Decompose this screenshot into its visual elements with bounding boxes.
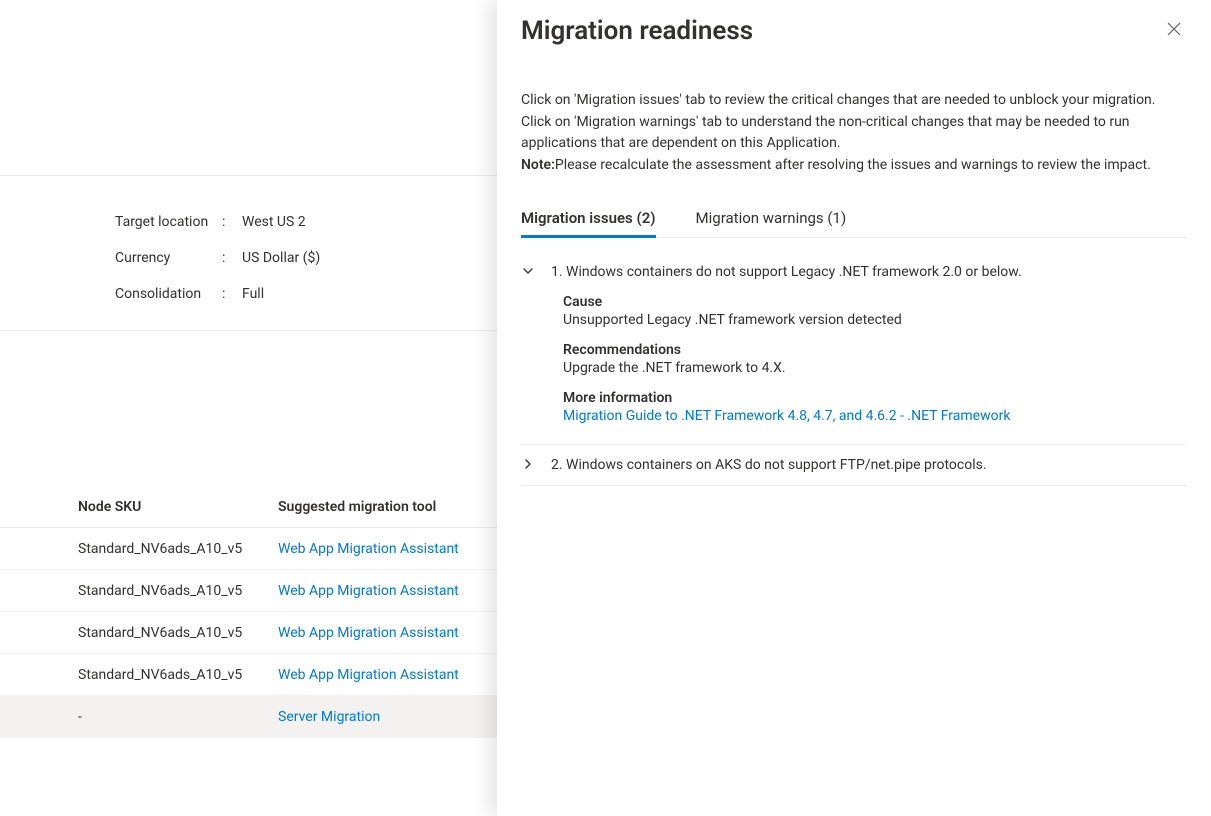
tab-bar: Migration issues (2) Migration warnings … <box>521 201 1187 238</box>
issue-toggle[interactable]: 1. Windows containers do not support Leg… <box>521 264 1187 280</box>
more-info-link[interactable]: Migration Guide to .NET Framework 4.8, 4… <box>563 408 1010 424</box>
description-text: Click on 'Migration issues' tab to revie… <box>521 92 1155 151</box>
table-row[interactable]: - Server Migration <box>0 696 497 738</box>
close-button[interactable] <box>1161 16 1187 42</box>
cell-tool-link[interactable]: Web App Migration Assistant <box>278 625 459 641</box>
summary-row-currency: Currency : US Dollar ($) <box>115 240 497 276</box>
summary-label: Consolidation <box>115 286 222 302</box>
cell-sku: Standard_NV6ads_A10_v5 <box>0 583 278 599</box>
summary-separator: : <box>222 250 242 266</box>
panel-description: Click on 'Migration issues' tab to revie… <box>521 90 1187 177</box>
table-row[interactable]: Standard_NV6ads_A10_v5 Web App Migration… <box>0 528 497 570</box>
cell-tool-link[interactable]: Server Migration <box>278 709 380 725</box>
summary-separator: : <box>222 214 242 230</box>
summary-row-target-location: Target location : West US 2 <box>115 204 497 240</box>
note-label: Note: <box>521 157 555 173</box>
top-whitespace <box>0 0 497 176</box>
summary-value: US Dollar ($) <box>242 250 320 266</box>
issue-title: 2. Windows containers on AKS do not supp… <box>551 457 987 473</box>
col-header-sku[interactable]: Node SKU <box>0 499 278 515</box>
assessment-summary: Target location : West US 2 Currency : U… <box>0 176 497 331</box>
tab-migration-issues[interactable]: Migration issues (2) <box>521 201 656 237</box>
summary-label: Target location <box>115 214 222 230</box>
recommendations-text: Upgrade the .NET framework to 4.X. <box>563 360 1187 376</box>
summary-separator: : <box>222 286 242 302</box>
issue-toggle[interactable]: 2. Windows containers on AKS do not supp… <box>521 457 1187 473</box>
tab-migration-warnings[interactable]: Migration warnings (1) <box>696 201 847 237</box>
cell-sku: Standard_NV6ads_A10_v5 <box>0 625 278 641</box>
summary-value: West US 2 <box>242 214 306 230</box>
issue-title: 1. Windows containers do not support Leg… <box>551 264 1022 280</box>
table-row[interactable]: Standard_NV6ads_A10_v5 Web App Migration… <box>0 570 497 612</box>
table-header: Node SKU Suggested migration tool <box>0 486 497 528</box>
close-icon <box>1167 22 1181 36</box>
issue-item: 2. Windows containers on AKS do not supp… <box>521 445 1187 486</box>
migration-readiness-panel: Migration readiness Click on 'Migration … <box>497 0 1211 816</box>
cause-heading: Cause <box>563 294 1187 310</box>
issue-item: 1. Windows containers do not support Leg… <box>521 252 1187 445</box>
note-text: Please recalculate the assessment after … <box>555 157 1151 173</box>
cell-tool-link[interactable]: Web App Migration Assistant <box>278 667 459 683</box>
cell-sku: - <box>0 709 278 725</box>
issue-body: Cause Unsupported Legacy .NET framework … <box>521 280 1187 432</box>
more-info-heading: More information <box>563 390 1187 406</box>
background-page: Target location : West US 2 Currency : U… <box>0 0 497 816</box>
recommendations-heading: Recommendations <box>563 342 1187 358</box>
cell-sku: Standard_NV6ads_A10_v5 <box>0 667 278 683</box>
summary-row-consolidation: Consolidation : Full <box>115 276 497 312</box>
panel-header: Migration readiness <box>521 16 1187 46</box>
sku-table: Node SKU Suggested migration tool Standa… <box>0 486 497 738</box>
cell-tool-link[interactable]: Web App Migration Assistant <box>278 541 459 557</box>
table-row[interactable]: Standard_NV6ads_A10_v5 Web App Migration… <box>0 654 497 696</box>
cell-sku: Standard_NV6ads_A10_v5 <box>0 541 278 557</box>
chevron-down-icon <box>521 264 537 280</box>
panel-title: Migration readiness <box>521 16 753 46</box>
chevron-right-icon <box>521 457 537 473</box>
cell-tool-link[interactable]: Web App Migration Assistant <box>278 583 459 599</box>
summary-value: Full <box>242 286 264 302</box>
summary-label: Currency <box>115 250 222 266</box>
table-row[interactable]: Standard_NV6ads_A10_v5 Web App Migration… <box>0 612 497 654</box>
cause-text: Unsupported Legacy .NET framework versio… <box>563 312 1187 328</box>
col-header-tool[interactable]: Suggested migration tool <box>278 499 436 515</box>
